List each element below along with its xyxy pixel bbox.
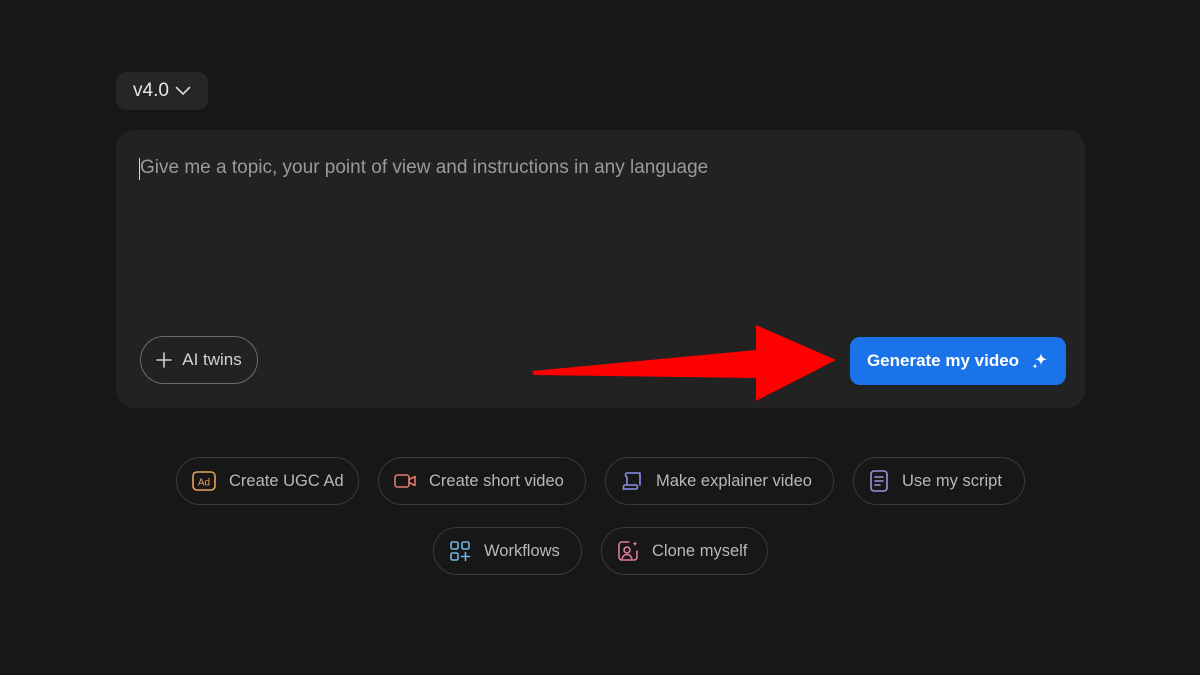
scroll-icon bbox=[622, 472, 641, 490]
sparkle-icon bbox=[1032, 353, 1048, 369]
user-sparkle-icon bbox=[618, 541, 638, 561]
version-label: v4.0 bbox=[133, 80, 169, 101]
version-selector[interactable]: v4.0 bbox=[116, 72, 208, 110]
workflows-chip[interactable]: Workflows bbox=[433, 527, 582, 575]
prompt-input[interactable] bbox=[140, 156, 1040, 296]
create-ugc-ad-label: Create UGC Ad bbox=[229, 471, 344, 490]
svg-text:Ad: Ad bbox=[198, 478, 210, 489]
create-short-video-chip[interactable]: Create short video bbox=[378, 457, 586, 505]
create-ugc-ad-chip[interactable]: Ad Create UGC Ad bbox=[176, 457, 359, 505]
generate-video-button[interactable]: Generate my video bbox=[850, 337, 1066, 385]
plus-icon bbox=[156, 352, 173, 368]
prompt-composer: AI twins Generate my video bbox=[116, 130, 1085, 408]
chevron-down-icon bbox=[175, 86, 191, 95]
ai-twins-label: AI twins bbox=[182, 350, 242, 369]
generate-label: Generate my video bbox=[866, 351, 1020, 370]
grid-plus-icon bbox=[450, 541, 471, 562]
document-icon bbox=[870, 470, 888, 492]
video-camera-icon bbox=[394, 474, 416, 488]
ai-twins-button[interactable]: AI twins bbox=[140, 336, 258, 384]
text-cursor bbox=[139, 158, 140, 180]
use-my-script-label: Use my script bbox=[902, 471, 1002, 490]
make-explainer-video-label: Make explainer video bbox=[656, 471, 812, 490]
create-short-video-label: Create short video bbox=[429, 471, 564, 490]
clone-myself-label: Clone myself bbox=[652, 541, 748, 560]
ad-icon: Ad bbox=[192, 471, 216, 491]
clone-myself-chip[interactable]: Clone myself bbox=[601, 527, 768, 575]
make-explainer-video-chip[interactable]: Make explainer video bbox=[605, 457, 834, 505]
use-my-script-chip[interactable]: Use my script bbox=[853, 457, 1025, 505]
workflows-label: Workflows bbox=[484, 541, 560, 560]
page: v4.0 AI twins Generate my video Ad bbox=[0, 0, 1200, 675]
